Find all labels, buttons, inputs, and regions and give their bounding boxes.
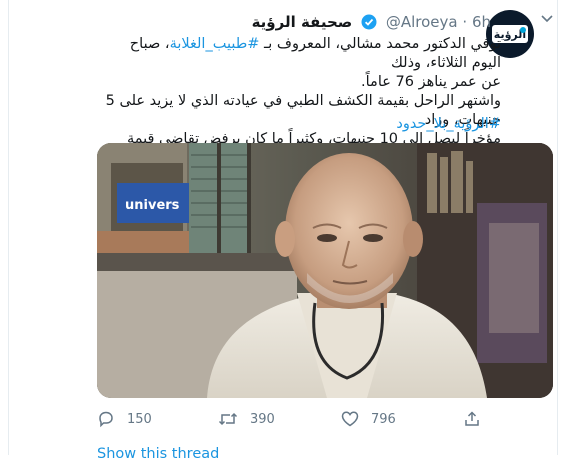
reply-icon	[99, 411, 113, 428]
show-thread-link[interactable]: Show this thread	[97, 446, 219, 462]
retweet-count: 390	[250, 411, 275, 427]
hashtag-link-alroeya[interactable]: #الرؤية_بلا_حدود	[97, 116, 501, 132]
heart-icon	[341, 411, 359, 427]
retweet-action[interactable]: 390	[218, 410, 275, 428]
share-icon	[465, 411, 479, 426]
tweet-header: صحيفة الرؤية @Alroeya · 6h	[252, 13, 491, 31]
hashtag-link-doctor[interactable]: #طبيب_الغلابة	[170, 36, 260, 52]
retweet-icon	[218, 412, 238, 426]
share-action[interactable]	[463, 410, 493, 428]
tweet-line-1: توفي الدكتور محمد مشالي، المعروف بـ #طبي…	[97, 35, 501, 73]
display-name[interactable]: صحيفة الرؤية	[252, 13, 353, 31]
chevron-down-icon[interactable]	[541, 14, 553, 24]
shop-sign-text: univers	[125, 198, 180, 213]
timestamp[interactable]: 6h	[472, 13, 491, 31]
tweet-photo[interactable]: univers	[97, 143, 553, 398]
reply-action[interactable]: 150	[97, 410, 152, 428]
photo-illustration: univers	[97, 143, 553, 398]
tweet-line-1-prefix: توفي الدكتور محمد مشالي، المعروف بـ	[259, 36, 501, 52]
tweet-line-2: عن عمر يناهز 76 عاماً.	[361, 74, 501, 90]
reply-count: 150	[127, 411, 152, 427]
separator: ·	[462, 13, 468, 31]
like-action[interactable]: 796	[341, 410, 396, 428]
handle[interactable]: @Alroeya	[386, 13, 458, 31]
like-count: 796	[371, 411, 396, 427]
verified-badge-icon	[361, 14, 377, 30]
tweet-actions: 150 390 796	[97, 410, 553, 430]
tweet-card: الرؤية صحيفة الرؤية @Alroeya · 6h توفي ا…	[8, 0, 558, 462]
